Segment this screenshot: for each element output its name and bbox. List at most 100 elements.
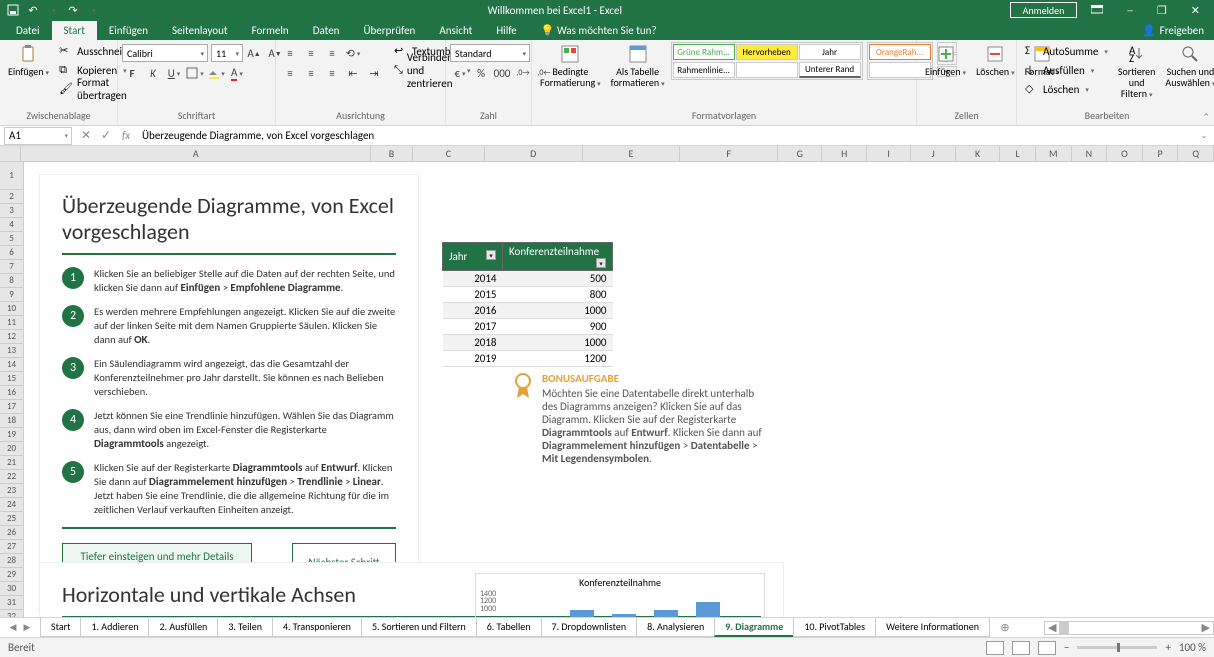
- align-top-icon[interactable]: ≡: [280, 44, 300, 62]
- underline-button[interactable]: U: [164, 64, 184, 82]
- row-header[interactable]: 1: [0, 162, 23, 190]
- row-header[interactable]: 32: [0, 610, 23, 617]
- row-header[interactable]: 27: [0, 540, 23, 554]
- normal-view-icon[interactable]: [986, 641, 1004, 655]
- thousands-format-icon[interactable]: 000: [492, 64, 512, 82]
- redo-icon[interactable]: ↷: [66, 3, 80, 17]
- align-right-icon[interactable]: ≡: [322, 64, 342, 82]
- save-icon[interactable]: [6, 3, 20, 17]
- filter-dropdown-icon[interactable]: ▾: [596, 258, 606, 268]
- row-header[interactable]: 3: [0, 204, 23, 218]
- format-as-table-button[interactable]: Als Tabelle formatieren: [607, 42, 669, 91]
- row-header[interactable]: 11: [0, 316, 23, 330]
- tab-ansicht[interactable]: Ansicht: [427, 21, 484, 40]
- formula-input[interactable]: Überzeugende Diagramme, von Excel vorges…: [136, 129, 1194, 142]
- row-header[interactable]: 9: [0, 288, 23, 302]
- autosum-button[interactable]: ΣAutoSumme: [1021, 42, 1112, 60]
- table-row[interactable]: 2015800: [443, 287, 613, 303]
- chart-bar[interactable]: [612, 614, 636, 617]
- filter-dropdown-icon[interactable]: ▾: [486, 250, 496, 260]
- style-blank[interactable]: [736, 62, 798, 78]
- undo-icon[interactable]: ↶: [26, 3, 40, 17]
- style-highlight[interactable]: Hervorheben: [736, 44, 798, 60]
- delete-cells-button[interactable]: Löschen: [972, 42, 1019, 80]
- style-year[interactable]: Jahr: [799, 44, 861, 60]
- tab-formeln[interactable]: Formeln: [240, 21, 301, 40]
- tab-einfügen[interactable]: Einfügen: [97, 21, 160, 40]
- tab-nav-next-icon[interactable]: ▶: [20, 622, 34, 633]
- border-button[interactable]: [185, 64, 205, 82]
- zoom-slider[interactable]: [1077, 646, 1157, 649]
- row-header[interactable]: 8: [0, 274, 23, 288]
- row-header[interactable]: 30: [0, 582, 23, 596]
- insert-cells-button[interactable]: Einfügen: [921, 42, 970, 80]
- chart-bar[interactable]: [654, 610, 678, 617]
- sheet-canvas[interactable]: Überzeugende Diagramme, von Excel vorges…: [24, 162, 1214, 617]
- add-sheet-button[interactable]: ⊕: [995, 621, 1015, 634]
- align-center-icon[interactable]: ≡: [301, 64, 321, 82]
- paste-button[interactable]: Einfügen: [4, 42, 53, 80]
- fx-icon[interactable]: fx: [116, 129, 136, 143]
- sheet-tab[interactable]: Weitere Informationen: [875, 618, 990, 637]
- cancel-formula-icon[interactable]: ✕: [76, 128, 96, 143]
- sheet-tab[interactable]: 2. Ausfüllen: [148, 618, 218, 637]
- align-middle-icon[interactable]: ≡: [301, 44, 321, 62]
- table-row[interactable]: 2014500: [443, 271, 613, 287]
- style-bottom-border[interactable]: Unterer Rand: [799, 62, 861, 78]
- row-header[interactable]: 13: [0, 344, 23, 358]
- increase-indent-icon[interactable]: ⇥: [364, 64, 384, 82]
- maximize-icon[interactable]: ❐: [1147, 0, 1177, 20]
- sheet-tab[interactable]: 6. Tabellen: [476, 618, 542, 637]
- zoom-level[interactable]: 100 %: [1179, 641, 1206, 654]
- clear-button[interactable]: ◇Löschen: [1021, 80, 1112, 98]
- row-header[interactable]: 15: [0, 372, 23, 386]
- share-button[interactable]: 👤Freigeben: [1132, 21, 1214, 40]
- table-row[interactable]: 20161000: [443, 303, 613, 319]
- bold-button[interactable]: F: [122, 64, 142, 82]
- row-header[interactable]: 14: [0, 358, 23, 372]
- row-header[interactable]: 12: [0, 330, 23, 344]
- col-header[interactable]: I: [867, 146, 911, 161]
- login-button[interactable]: Anmelden: [1010, 2, 1078, 18]
- row-header[interactable]: 26: [0, 526, 23, 540]
- sheet-tab[interactable]: 10. PivotTables: [793, 618, 876, 637]
- minimize-icon[interactable]: ─: [1117, 0, 1143, 20]
- row-header[interactable]: 25: [0, 512, 23, 526]
- row-header[interactable]: 28: [0, 554, 23, 568]
- row-header[interactable]: 31: [0, 596, 23, 610]
- col-header[interactable]: G: [778, 146, 822, 161]
- row-header[interactable]: 21: [0, 456, 23, 470]
- italic-button[interactable]: K: [143, 64, 163, 82]
- undo-dropdown[interactable]: [46, 3, 60, 17]
- table-row[interactable]: 20191200: [443, 351, 613, 367]
- page-layout-view-icon[interactable]: [1012, 641, 1030, 655]
- style-green-frame[interactable]: Grüne Rahm...: [673, 44, 735, 60]
- increase-decimal-icon[interactable]: ,0→: [513, 64, 533, 82]
- embedded-chart[interactable]: Konferenzteilnahme 100012001400: [475, 573, 765, 617]
- tab-start[interactable]: Start: [52, 21, 97, 40]
- data-table[interactable]: Jahr▾Konferenzteilnahme▾2014500201580020…: [442, 242, 613, 367]
- align-bottom-icon[interactable]: ≡: [322, 44, 342, 62]
- sheet-tab[interactable]: 5. Sortieren und Filtern: [361, 618, 477, 637]
- col-header[interactable]: J: [911, 146, 955, 161]
- row-header[interactable]: 2: [0, 190, 23, 204]
- row-header[interactable]: 10: [0, 302, 23, 316]
- tab-nav-prev-icon[interactable]: ◀: [6, 622, 20, 633]
- chart-bar[interactable]: [696, 602, 720, 617]
- conditional-formatting-button[interactable]: Bedingte Formatierung: [536, 42, 605, 91]
- sheet-tab[interactable]: 7. Dropdownlisten: [541, 618, 638, 637]
- collapse-ribbon-icon[interactable]: ⌃: [1202, 112, 1210, 123]
- row-headers[interactable]: 1234567891011121314151617181920212223242…: [0, 162, 24, 617]
- style-border[interactable]: Rahmenlinie...: [673, 62, 735, 78]
- table-header[interactable]: Jahr▾: [443, 243, 503, 271]
- col-header[interactable]: F: [680, 146, 778, 161]
- sheet-tab[interactable]: Start: [40, 618, 81, 637]
- col-header[interactable]: B: [371, 146, 413, 161]
- ribbon-display-icon[interactable]: [1081, 0, 1113, 20]
- zoom-out-icon[interactable]: −: [1064, 641, 1069, 654]
- enter-formula-icon[interactable]: ✓: [96, 128, 116, 143]
- table-row[interactable]: 2017900: [443, 319, 613, 335]
- fill-button[interactable]: ↓Ausfüllen: [1021, 61, 1112, 79]
- horizontal-scrollbar[interactable]: ◀▶: [1044, 621, 1214, 635]
- fill-color-button[interactable]: [206, 64, 226, 82]
